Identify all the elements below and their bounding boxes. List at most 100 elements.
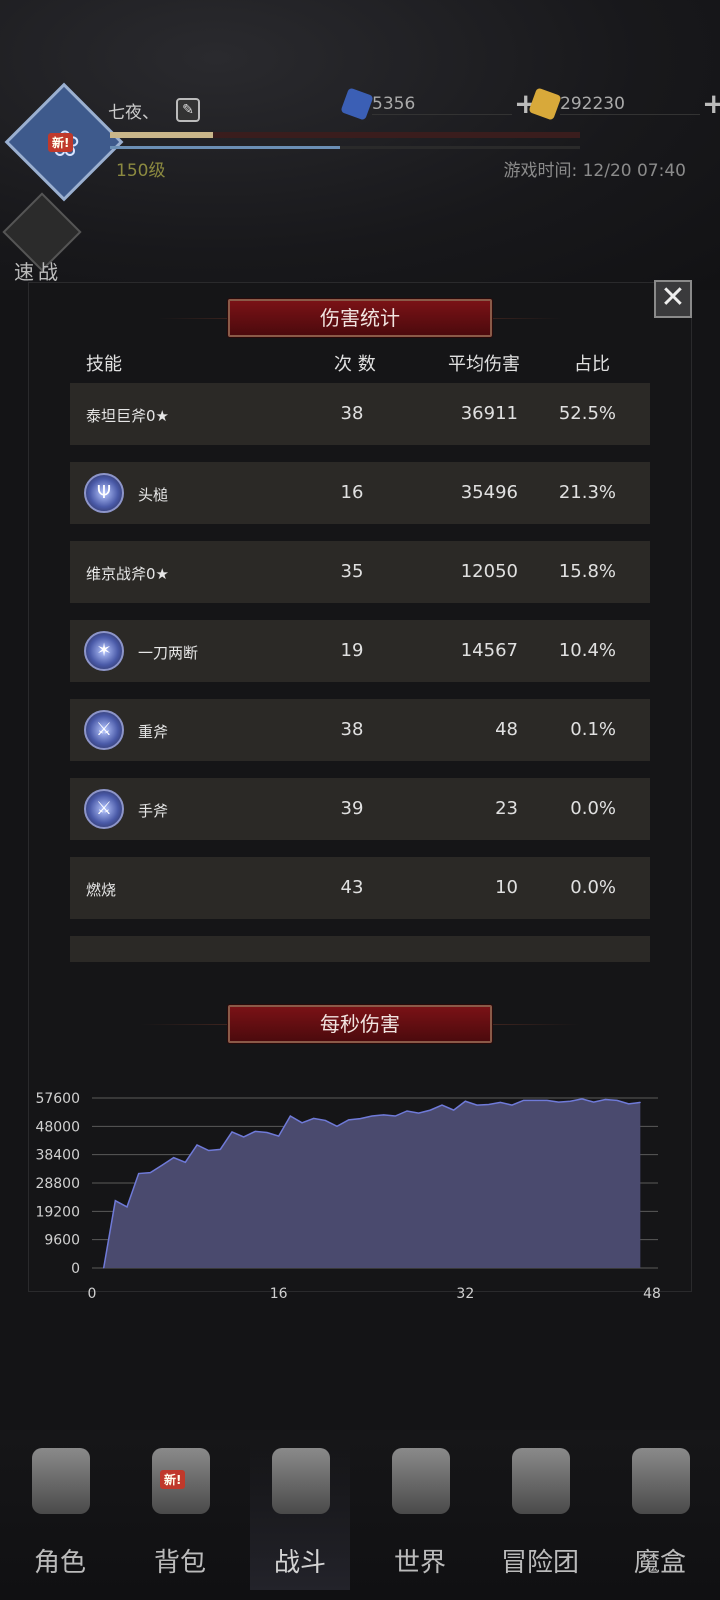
- dps-point: [546, 1099, 548, 1101]
- exp-fill: [110, 132, 214, 138]
- dps-point: [441, 1104, 443, 1106]
- nav-battle[interactable]: 战斗: [250, 1440, 350, 1590]
- nav-bag[interactable]: 新! 背包: [130, 1440, 230, 1590]
- y-tick-label: 48000: [35, 1119, 80, 1135]
- table-row: 燃烧 43 10 0.0%: [70, 857, 650, 919]
- close-icon[interactable]: ✕: [654, 280, 692, 318]
- table-row: ⚔ 重斧 38 48 0.1%: [70, 699, 650, 761]
- table-row: 维京战斧0★ 35 12050 15.8%: [70, 541, 650, 603]
- dps-point: [616, 1099, 618, 1101]
- gold-value: 292230: [560, 93, 700, 115]
- y-tick-label: 57600: [35, 1091, 80, 1107]
- mp-fill: [110, 146, 341, 149]
- player-level: 150级: [116, 161, 166, 181]
- dps-point: [126, 1206, 128, 1208]
- cube-box-icon: [632, 1448, 690, 1514]
- skill-count: 43: [340, 877, 364, 898]
- dps-point: [313, 1117, 315, 1119]
- skill-count: 16: [340, 482, 364, 503]
- y-tick-label: 38400: [35, 1148, 80, 1164]
- dps-point: [336, 1125, 338, 1127]
- dps-point: [523, 1099, 525, 1101]
- skill-avg: 14567: [460, 640, 518, 661]
- skill-name: 燃烧: [86, 881, 117, 899]
- dps-point: [488, 1103, 490, 1105]
- skill-pct: 0.0%: [570, 877, 616, 898]
- table-row: 泰坦巨斧0★ 38 36911 52.5%: [70, 383, 650, 445]
- dps-point: [394, 1115, 396, 1117]
- edit-name-icon[interactable]: ✎: [176, 98, 200, 122]
- damage-stats-title: 伤害统计: [228, 299, 492, 337]
- bag-new-badge: 新!: [160, 1470, 186, 1489]
- nav-guild[interactable]: 冒险团: [490, 1440, 590, 1590]
- y-tick-label: 28800: [35, 1176, 80, 1192]
- table-row: ⚔ 手斧 39 23 0.0%: [70, 778, 650, 840]
- y-tick-label: 9600: [44, 1233, 80, 1249]
- col-avg: 平均伤害: [448, 354, 520, 375]
- nav-label: 背包: [153, 1548, 206, 1578]
- castle-icon: [512, 1448, 570, 1514]
- dps-point: [558, 1101, 560, 1103]
- dps-point: [254, 1130, 256, 1132]
- skill-avg: 48: [495, 719, 518, 740]
- shield-swords-icon: [272, 1448, 330, 1514]
- skill-count: 19: [340, 640, 364, 661]
- gem-icon: [340, 87, 374, 121]
- nav-label: 冒险团: [500, 1548, 579, 1578]
- dps-point: [569, 1100, 571, 1102]
- skill-name: 泰坦巨斧0★: [86, 407, 169, 425]
- dps-point: [639, 1101, 641, 1103]
- dps-point: [324, 1119, 326, 1121]
- dps-point: [184, 1161, 186, 1163]
- dps-point: [593, 1101, 595, 1103]
- dps-point: [418, 1112, 420, 1114]
- dps-point: [289, 1115, 291, 1117]
- dps-point: [161, 1164, 163, 1166]
- skill-name: 维京战斧0★: [86, 565, 169, 583]
- table-row: Ψ 头槌 16 35496 21.3%: [70, 462, 650, 524]
- nav-world[interactable]: 世界: [370, 1440, 470, 1590]
- dps-point: [371, 1115, 373, 1117]
- nav-magicbox[interactable]: 魔盒: [610, 1440, 710, 1590]
- skill-avg: 12050: [460, 561, 518, 582]
- skill-pct: 0.0%: [570, 798, 616, 819]
- skill-avg: 36911: [460, 403, 518, 424]
- skill-pct: 52.5%: [558, 403, 616, 424]
- dps-point: [511, 1104, 513, 1106]
- dps-point: [103, 1267, 105, 1269]
- dps-point: [628, 1103, 630, 1105]
- dps-point: [173, 1157, 175, 1159]
- dps-point: [499, 1101, 501, 1103]
- nav-character[interactable]: 角色: [10, 1440, 110, 1590]
- dps-point: [581, 1098, 583, 1100]
- table-row-partial: [70, 936, 650, 962]
- skill-count: 39: [340, 798, 364, 819]
- dps-point: [359, 1118, 361, 1120]
- exp-bar: [110, 132, 580, 138]
- dps-point: [406, 1110, 408, 1112]
- headbutt-skill-icon: Ψ: [84, 473, 124, 513]
- nav-label: 角色: [33, 1548, 86, 1578]
- dps-point: [266, 1132, 268, 1134]
- col-count: 次 数: [334, 354, 376, 375]
- dps-point: [476, 1104, 478, 1106]
- dps-point: [196, 1144, 198, 1146]
- dps-point: [278, 1135, 280, 1137]
- cleave-skill-icon: ✶: [84, 631, 124, 671]
- dps-point: [231, 1131, 233, 1133]
- add-gold-icon[interactable]: +: [702, 90, 720, 118]
- skill-avg: 23: [495, 798, 518, 819]
- quick-battle-label[interactable]: 速战: [14, 256, 62, 285]
- gem-value: 5356: [372, 93, 512, 115]
- dps-point: [149, 1172, 151, 1174]
- x-tick-label: 0: [88, 1286, 97, 1302]
- dps-point: [301, 1122, 303, 1124]
- x-tick-label: 16: [270, 1286, 288, 1302]
- dps-point: [219, 1148, 221, 1150]
- skill-pct: 15.8%: [558, 561, 616, 582]
- dps-point: [453, 1109, 455, 1111]
- dps-point: [138, 1173, 140, 1175]
- skill-count: 35: [340, 561, 364, 582]
- table-row: ✶ 一刀两断 19 14567 10.4%: [70, 620, 650, 682]
- dps-chart: 57600 48000 38400 28800 19200 9600 00 16 32 48: [35, 1091, 660, 1302]
